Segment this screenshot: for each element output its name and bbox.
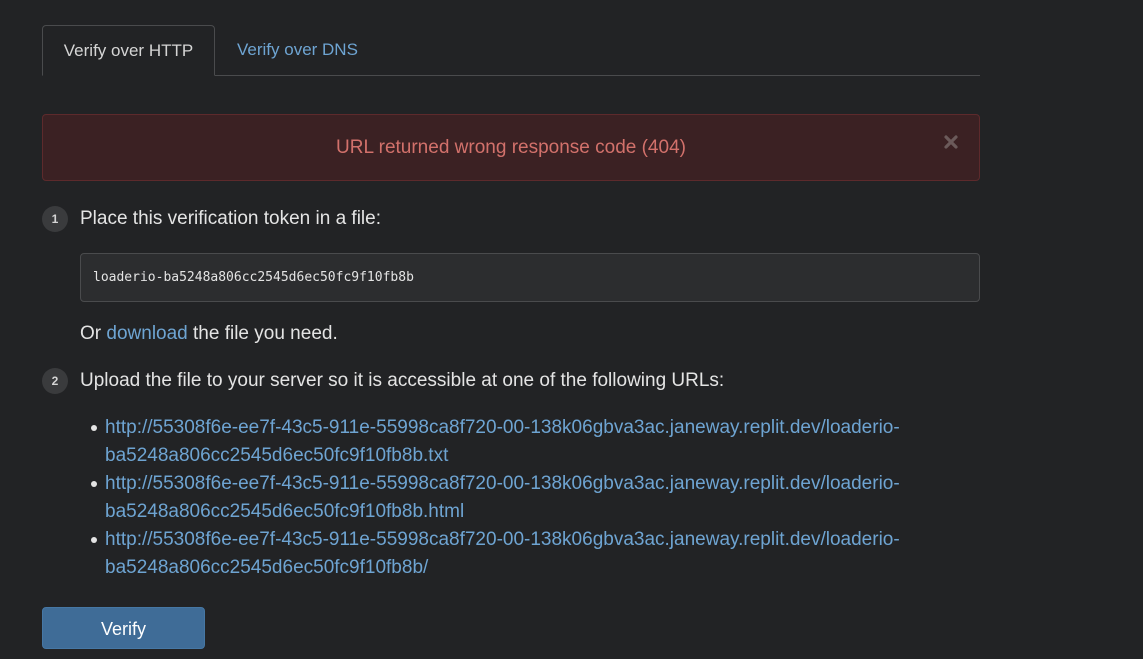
download-hint: Or download the file you need. bbox=[80, 323, 338, 345]
list-item[interactable]: http://55308f6e-ee7f-43c5-911e-55998ca8f… bbox=[91, 470, 965, 526]
or-prefix: Or bbox=[80, 323, 102, 344]
step-1-badge: 1 bbox=[42, 206, 68, 232]
alert-message: URL returned wrong response code (404) bbox=[336, 137, 686, 158]
verification-tabs: Verify over HTTP Verify over DNS bbox=[42, 25, 980, 76]
verify-button[interactable]: Verify bbox=[42, 607, 205, 649]
step-2-text: Upload the file to your server so it is … bbox=[80, 370, 725, 391]
list-item[interactable]: http://55308f6e-ee7f-43c5-911e-55998ca8f… bbox=[91, 526, 965, 582]
tab-verify-dns[interactable]: Verify over DNS bbox=[237, 25, 358, 76]
verification-page: Verify over HTTP Verify over DNS URL ret… bbox=[0, 0, 1143, 659]
or-suffix: the file you need. bbox=[193, 323, 338, 344]
url-list: http://55308f6e-ee7f-43c5-911e-55998ca8f… bbox=[91, 414, 965, 582]
url-line-1[interactable]: http://55308f6e-ee7f-43c5-911e-55998ca8f… bbox=[105, 529, 900, 550]
step-2-badge: 2 bbox=[42, 368, 68, 394]
list-item[interactable]: http://55308f6e-ee7f-43c5-911e-55998ca8f… bbox=[91, 414, 965, 470]
url-line-2[interactable]: ba5248a806cc2545d6ec50fc9f10fb8b.txt bbox=[105, 445, 448, 466]
tab-verify-http[interactable]: Verify over HTTP bbox=[42, 25, 215, 76]
step-1-text: Place this verification token in a file: bbox=[80, 208, 381, 229]
url-line-1[interactable]: http://55308f6e-ee7f-43c5-911e-55998ca8f… bbox=[105, 417, 900, 438]
url-line-1[interactable]: http://55308f6e-ee7f-43c5-911e-55998ca8f… bbox=[105, 473, 900, 494]
close-icon[interactable] bbox=[943, 134, 959, 150]
url-line-2[interactable]: ba5248a806cc2545d6ec50fc9f10fb8b/ bbox=[105, 557, 428, 578]
verification-token-field[interactable]: loaderio-ba5248a806cc2545d6ec50fc9f10fb8… bbox=[80, 253, 980, 302]
error-alert: URL returned wrong response code (404) bbox=[42, 114, 980, 181]
download-link[interactable]: download bbox=[106, 323, 187, 344]
url-line-2[interactable]: ba5248a806cc2545d6ec50fc9f10fb8b.html bbox=[105, 501, 464, 522]
